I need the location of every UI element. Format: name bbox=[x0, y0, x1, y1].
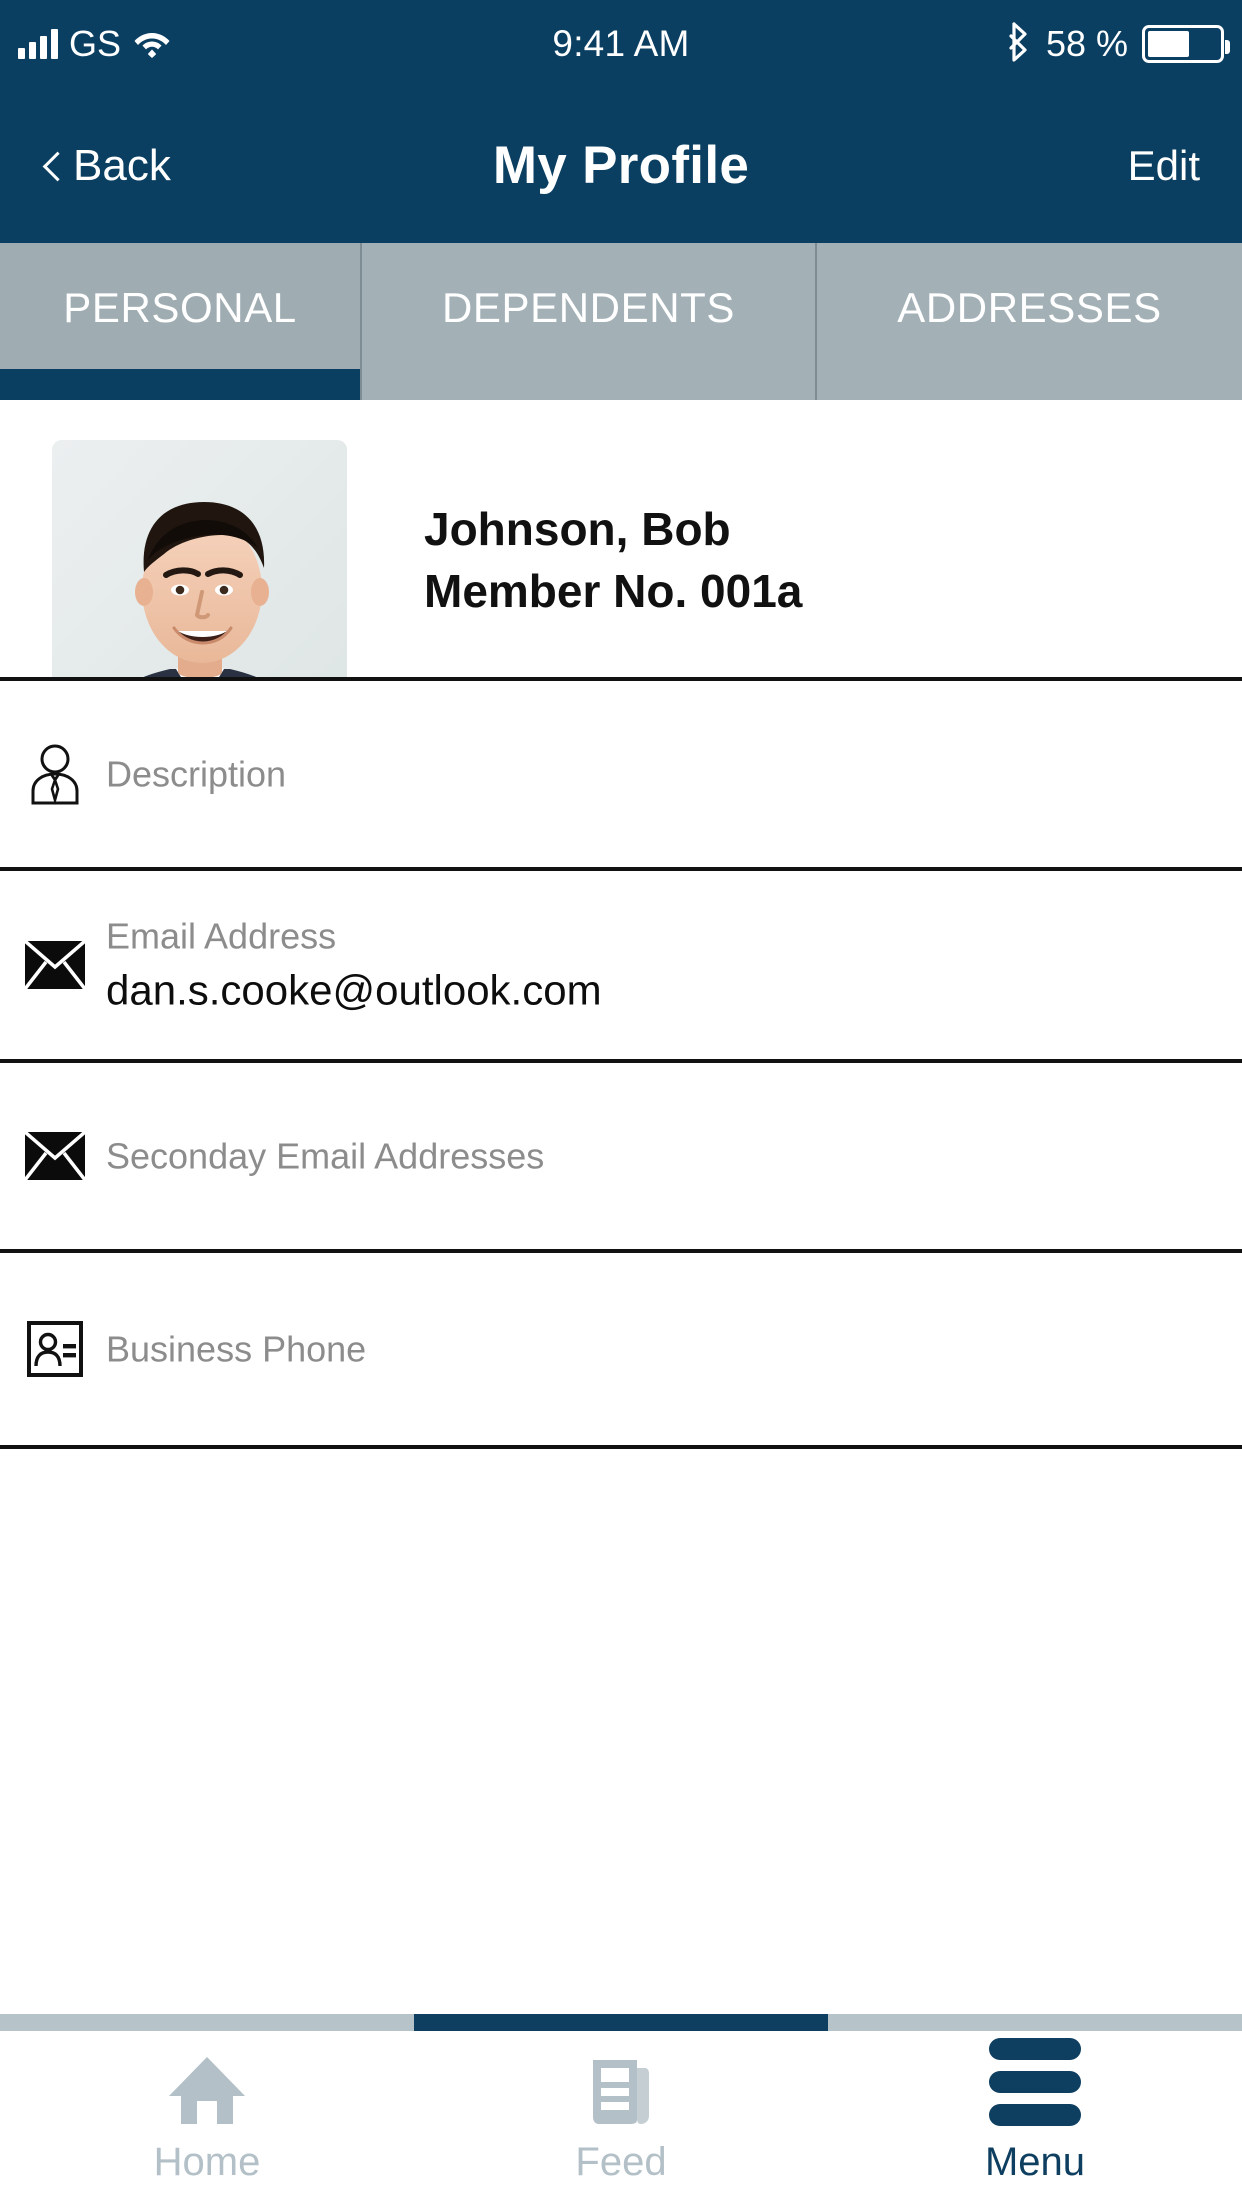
profile-identity: Johnson, Bob Member No. 001a bbox=[424, 505, 1184, 630]
profile-screen: GS 9:41 AM 58 % Back My Profile Edit PER… bbox=[0, 0, 1242, 2208]
field-label-secondary-email: Seconday Email Addresses bbox=[106, 1135, 545, 1177]
profile-name: Johnson, Bob bbox=[424, 503, 731, 555]
tab-personal-label: PERSONAL bbox=[63, 283, 297, 331]
bottom-navigation: Home Feed Menu bbox=[0, 2000, 1242, 2208]
home-icon bbox=[165, 2054, 249, 2126]
tab-addresses-label: ADDRESSES bbox=[897, 283, 1162, 331]
profile-header: Johnson, Bob Member No. 001a bbox=[0, 400, 1242, 740]
field-list-bottom-divider bbox=[0, 1445, 1242, 1451]
field-text-business-phone: Business Phone bbox=[106, 1327, 1166, 1372]
field-value-email: dan.s.cooke@outlook.com bbox=[106, 966, 602, 1014]
battery-icon bbox=[1142, 25, 1230, 63]
field-row-email[interactable]: Email Address dan.s.cooke@outlook.com bbox=[0, 867, 1242, 1059]
tab-addresses[interactable]: ADDRESSES bbox=[815, 243, 1242, 400]
field-text-description: Description bbox=[106, 752, 1166, 797]
contact-card-icon bbox=[24, 1318, 86, 1380]
tab-dependents-label: DEPENDENTS bbox=[441, 283, 736, 331]
tab-dependents[interactable]: DEPENDENTS bbox=[360, 243, 815, 400]
field-row-description[interactable]: Description bbox=[0, 677, 1242, 867]
field-text-email: Email Address dan.s.cooke@outlook.com bbox=[106, 913, 1166, 1017]
edit-button[interactable]: Edit bbox=[1128, 88, 1200, 243]
bottom-nav-feed-label: Feed bbox=[575, 2140, 667, 2184]
field-row-secondary-email[interactable]: Seconday Email Addresses bbox=[0, 1059, 1242, 1249]
battery-percent-label: 58 % bbox=[1045, 23, 1128, 64]
field-text-secondary-email: Seconday Email Addresses bbox=[106, 1134, 1166, 1179]
hamburger-icon bbox=[989, 2038, 1081, 2126]
bottom-nav-home[interactable]: Home bbox=[0, 2031, 414, 2208]
newspaper-icon bbox=[585, 2054, 657, 2126]
envelope-icon bbox=[24, 934, 86, 996]
bottom-nav-active-segment bbox=[414, 2014, 828, 2031]
field-label-description: Description bbox=[106, 753, 287, 795]
bottom-nav-menu-label: Menu bbox=[984, 2140, 1086, 2184]
field-label-business-phone: Business Phone bbox=[106, 1328, 367, 1370]
bottom-nav-home-label: Home bbox=[153, 2140, 261, 2184]
person-tie-icon bbox=[24, 743, 86, 805]
bottom-nav-feed[interactable]: Feed bbox=[414, 2031, 828, 2208]
clock-label: 9:41 AM bbox=[552, 23, 690, 64]
status-bar-right: 58 % bbox=[1006, 0, 1230, 88]
page-title: My Profile bbox=[492, 136, 750, 195]
field-row-business-phone[interactable]: Business Phone bbox=[0, 1249, 1242, 1445]
status-bar: GS 9:41 AM 58 % bbox=[0, 0, 1242, 88]
segment-tab-bar: PERSONAL DEPENDENTS ADDRESSES bbox=[0, 243, 1242, 400]
bluetooth-icon bbox=[1006, 21, 1032, 68]
field-list: Description Email Address dan.s.cooke@ou… bbox=[0, 677, 1242, 1451]
envelope-icon bbox=[24, 1125, 86, 1187]
tab-active-underline bbox=[0, 369, 360, 400]
profile-member-no: Member No. 001a bbox=[424, 565, 803, 618]
bottom-nav-menu[interactable]: Menu bbox=[828, 2031, 1242, 2208]
navigation-bar: Back My Profile Edit bbox=[0, 88, 1242, 243]
tab-personal[interactable]: PERSONAL bbox=[0, 243, 360, 400]
field-label-email: Email Address bbox=[106, 915, 337, 957]
